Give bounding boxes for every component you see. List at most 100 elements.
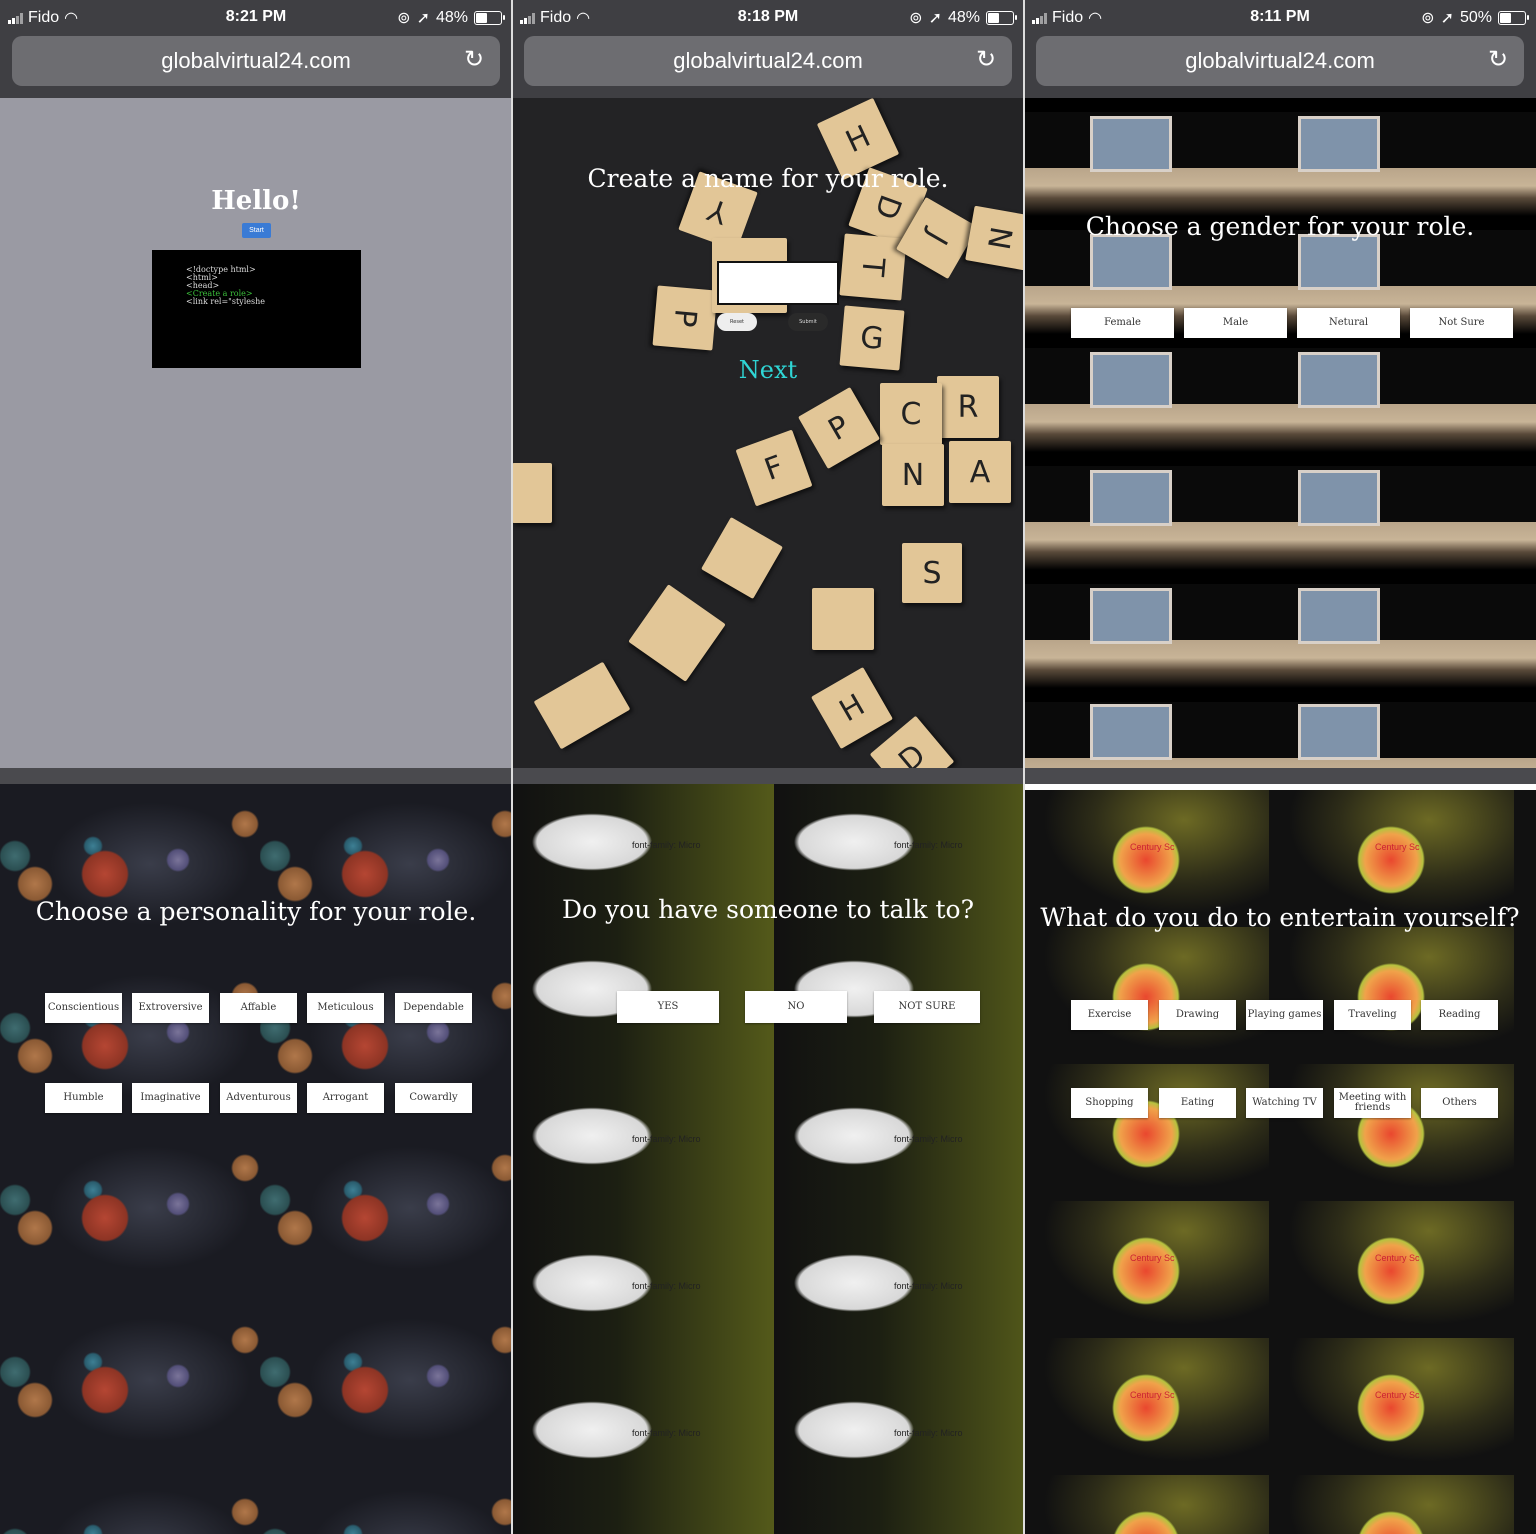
apple-label: Century Sc bbox=[1130, 1390, 1175, 1400]
personality-option[interactable]: Meticulous bbox=[307, 993, 384, 1023]
start-button[interactable]: Start bbox=[242, 223, 271, 238]
letter-tile: P bbox=[652, 285, 718, 351]
laptop-image bbox=[1298, 470, 1380, 526]
entertain-option[interactable]: Playing games bbox=[1246, 1000, 1323, 1030]
letter-tile: S bbox=[902, 543, 962, 603]
panel-divider bbox=[1023, 0, 1025, 1534]
entertain-option[interactable]: Exercise bbox=[1071, 1000, 1148, 1030]
battery-icon bbox=[1498, 11, 1529, 25]
url-bar[interactable]: globalvirtual24.com ↻ bbox=[12, 36, 500, 86]
entertain-option[interactable]: Traveling bbox=[1334, 1000, 1411, 1030]
status-bar: Fido ◠ 8:21 PM ⊚ ➚ 48% bbox=[0, 0, 512, 34]
talk-option-no[interactable]: NO bbox=[745, 991, 847, 1023]
talk-option-yes[interactable]: YES bbox=[617, 991, 719, 1023]
reset-button[interactable]: Reset bbox=[717, 313, 757, 331]
url-bar[interactable]: globalvirtual24.com ↻ bbox=[1036, 36, 1524, 86]
url-text: globalvirtual24.com bbox=[161, 48, 351, 73]
location-icon: ➚ bbox=[928, 10, 942, 27]
page-content: Hello! Start <!doctype html> <html> <hea… bbox=[0, 98, 512, 768]
entertain-option[interactable]: Shopping bbox=[1071, 1088, 1148, 1118]
letter-tile: H bbox=[811, 667, 893, 749]
reload-icon[interactable]: ↻ bbox=[464, 48, 488, 72]
submit-button[interactable]: Submit bbox=[788, 313, 828, 331]
apple-label: Century Sc bbox=[1375, 1253, 1420, 1263]
letter-tile: C bbox=[880, 383, 942, 445]
panel-personality: Choose a personality for your role. Cons… bbox=[0, 784, 512, 1534]
lock-rotation-icon: ⊚ bbox=[397, 10, 411, 27]
paper-label: font-family: Micro bbox=[894, 1134, 963, 1144]
panel-talk: font-family: Micro font-family: Micro fo… bbox=[512, 782, 1024, 1534]
personality-option[interactable]: Dependable bbox=[395, 993, 472, 1023]
reload-icon[interactable]: ↻ bbox=[1488, 48, 1512, 72]
personality-option[interactable]: Adventurous bbox=[220, 1083, 297, 1113]
entertain-option[interactable]: Eating bbox=[1159, 1088, 1236, 1118]
paper-label: font-family: Micro bbox=[632, 1428, 701, 1438]
apple-label: Century Sc bbox=[1130, 1253, 1175, 1263]
entertain-option[interactable]: Others bbox=[1421, 1088, 1498, 1118]
battery-label: 50% bbox=[1459, 9, 1492, 26]
next-link[interactable]: Next bbox=[512, 356, 1024, 384]
laptop-image bbox=[1090, 352, 1172, 408]
letter-tile: A bbox=[949, 441, 1011, 503]
wood-tile bbox=[628, 584, 726, 682]
wood-tile bbox=[812, 588, 874, 650]
panel-divider bbox=[0, 768, 1536, 784]
panel-divider bbox=[511, 0, 513, 1534]
apple-pattern: Century Sc Century Sc Century Sc Century… bbox=[1024, 790, 1536, 1534]
laptop-image bbox=[1298, 116, 1380, 172]
letter-tile: P bbox=[798, 387, 880, 469]
personality-option[interactable]: Arrogant bbox=[307, 1083, 384, 1113]
status-bar: Fido ◠ 8:18 PM ⊚ ➚ 48% bbox=[512, 0, 1024, 34]
letter-tile: F bbox=[735, 429, 813, 507]
laptop-image bbox=[1298, 234, 1380, 290]
location-icon: ➚ bbox=[416, 10, 430, 27]
gender-option-netural[interactable]: Netural bbox=[1297, 308, 1400, 338]
laptop-image bbox=[1298, 704, 1380, 760]
paper-label: font-family: Micro bbox=[894, 840, 963, 850]
personality-option[interactable]: Imaginative bbox=[132, 1083, 209, 1113]
apple-label: Century Sc bbox=[1375, 1390, 1420, 1400]
personality-option[interactable]: Cowardly bbox=[395, 1083, 472, 1113]
paper-label: font-family: Micro bbox=[894, 1281, 963, 1291]
laptop-image bbox=[1090, 704, 1172, 760]
status-bar: Fido ◠ 8:11 PM ⊚ ➚ 50% bbox=[1024, 0, 1536, 34]
personality-option[interactable]: Conscientious bbox=[45, 993, 122, 1023]
panel-gender: Fido ◠ 8:11 PM ⊚ ➚ 50% globalvirtual24.com ↻… bbox=[1024, 0, 1536, 768]
entertain-option[interactable]: Watching TV bbox=[1246, 1088, 1323, 1118]
laptop-pattern bbox=[1024, 98, 1536, 768]
code-preview: <!doctype html> <html> <head> <Create a … bbox=[152, 250, 361, 368]
paper-label: font-family: Micro bbox=[632, 1134, 701, 1144]
entertain-option[interactable]: Reading bbox=[1421, 1000, 1498, 1030]
lock-rotation-icon: ⊚ bbox=[909, 10, 923, 27]
url-text: globalvirtual24.com bbox=[1185, 48, 1375, 73]
url-bar[interactable]: globalvirtual24.com ↻ bbox=[524, 36, 1012, 86]
laptop-image bbox=[1090, 116, 1172, 172]
wood-tile bbox=[512, 463, 552, 523]
personality-option[interactable]: Affable bbox=[220, 993, 297, 1023]
gender-option-male[interactable]: Male bbox=[1184, 308, 1287, 338]
panel-hello: Fido ◠ 8:21 PM ⊚ ➚ 48% globalvirtual24.com ↻… bbox=[0, 0, 512, 768]
gender-option-female[interactable]: Female bbox=[1071, 308, 1174, 338]
personality-option[interactable]: Humble bbox=[45, 1083, 122, 1113]
role-name-input[interactable] bbox=[717, 261, 839, 305]
page-title: Choose a gender for your role. bbox=[1085, 212, 1475, 241]
talk-option-not-sure[interactable]: NOT SURE bbox=[874, 991, 980, 1023]
code-line: <link rel="styleshe bbox=[186, 297, 265, 306]
gender-option-not-sure[interactable]: Not Sure bbox=[1410, 308, 1513, 338]
laptop-image bbox=[1090, 470, 1172, 526]
laptop-image bbox=[1298, 352, 1380, 408]
reload-icon[interactable]: ↻ bbox=[976, 48, 1000, 72]
entertain-option[interactable]: Drawing bbox=[1159, 1000, 1236, 1030]
page-title: What do you do to entertain yourself? bbox=[1040, 903, 1520, 932]
page-title: Hello! bbox=[211, 186, 301, 216]
page-content: Choose a gender for your role. Female Ma… bbox=[1024, 98, 1536, 768]
letter-tile: T bbox=[839, 233, 907, 301]
apple-label: Century Sc bbox=[1130, 842, 1175, 852]
wood-tile bbox=[533, 661, 631, 750]
wood-tile bbox=[701, 517, 783, 599]
battery-label: 48% bbox=[947, 9, 980, 26]
personality-option[interactable]: Extroversive bbox=[132, 993, 209, 1023]
page-title: Choose a personality for your role. bbox=[35, 897, 477, 926]
laptop-image bbox=[1298, 588, 1380, 644]
entertain-option[interactable]: Meeting with friends bbox=[1334, 1088, 1411, 1118]
